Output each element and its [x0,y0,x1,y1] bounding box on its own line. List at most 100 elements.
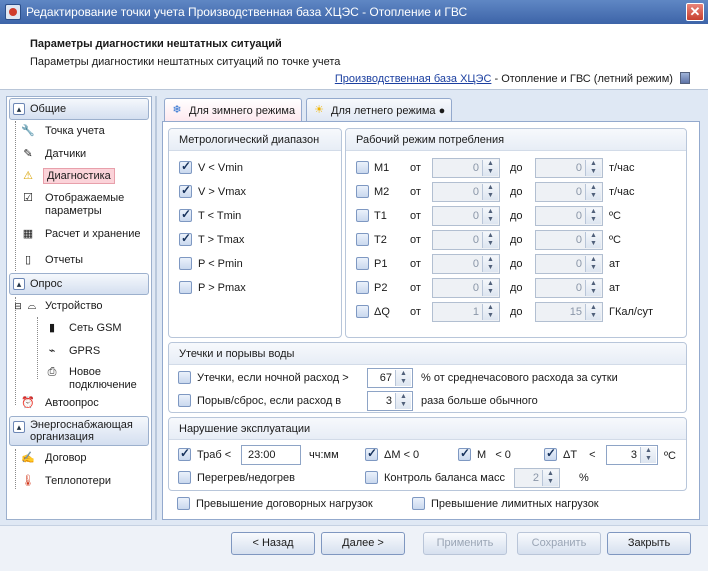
dt-stepper[interactable]: 3 ▲ ▼ [606,445,658,465]
limit-load-checkbox[interactable] [412,497,425,510]
from-stepper[interactable]: 0 ▲ ▼ [432,278,500,298]
tab-panel: Метрологический диапазон V < Vmin V > Vma… [162,121,700,520]
work-checkbox[interactable] [356,281,369,294]
from-stepper[interactable]: 0 ▲ ▼ [432,182,500,202]
work-checkbox[interactable] [356,185,369,198]
from-label: от [410,306,421,318]
limit-load-label: Превышение лимитных нагрузок [431,498,599,510]
to-label: до [510,258,523,270]
object-link[interactable]: Производственная база ХЦЭС [335,73,492,85]
leak-percent-stepper[interactable]: 67 ▲ ▼ [367,368,413,388]
to-stepper[interactable]: 0 ▲ ▼ [535,206,603,226]
spin-arrows-icon: ▲ ▼ [482,184,498,200]
breadcrumb: Производственная база ХЦЭС - Отопление и… [335,72,690,85]
group-title: Нарушение эксплуатации [179,423,311,435]
work-checkbox[interactable] [356,257,369,270]
m-checkbox[interactable] [458,446,471,461]
metro-label: V > Vmax [198,186,246,198]
from-label: от [410,282,421,294]
spin-arrows-icon: ▲ ▼ [585,208,601,224]
sidebar-item-label: Устройство [45,300,103,312]
work-checkbox[interactable] [356,161,369,174]
to-stepper[interactable]: 0 ▲ ▼ [535,158,603,178]
stepper-value: 1 [472,306,479,318]
burst-checkbox[interactable] [178,394,191,407]
back-button[interactable]: < Назад [231,532,315,555]
from-stepper[interactable]: 0 ▲ ▼ [432,158,500,178]
save-button[interactable]: Сохранить [517,532,601,555]
page-header: Параметры диагностики нештатных ситуаций… [0,24,708,90]
work-mode-group: Рабочий режим потребления M1 от 0 ▲ ▼ до 0 ▲ ▼ т/… [345,128,687,338]
unit-label: т/час [609,186,635,198]
burst-ratio-stepper[interactable]: 3 ▲ ▼ [367,391,413,411]
work-checkbox[interactable] [356,209,369,222]
document-icon: ▯ [24,254,32,266]
from-stepper[interactable]: 0 ▲ ▼ [432,254,500,274]
connection-icon: ⎙ [47,366,57,378]
from-stepper[interactable]: 1 ▲ ▼ [432,302,500,322]
pen-icon: ✎ [23,148,33,160]
metro-checkbox[interactable] [179,207,192,222]
phone-icon: ▮ [48,322,56,334]
to-stepper[interactable]: 0 ▲ ▼ [535,278,603,298]
overheat-label: Перегрев/недогрев [197,472,295,484]
trab-time-field[interactable]: 23:00 [241,445,301,465]
dm-checkbox[interactable] [365,446,378,461]
sidebar-section-org[interactable]: ▴ Энергоснабжающая организация [9,416,149,446]
leak-checkbox[interactable] [178,371,191,384]
spin-arrows-icon: ▲ ▼ [395,393,411,409]
to-stepper[interactable]: 0 ▲ ▼ [535,254,603,274]
overheat-checkbox[interactable] [178,471,191,484]
to-stepper[interactable]: 0 ▲ ▼ [535,182,603,202]
tab-winter[interactable]: ❄ Для зимнего режима [164,98,302,122]
work-param-label: P1 [374,258,388,270]
to-stepper[interactable]: 15 ▲ ▼ [535,302,603,322]
unit-label: ат [609,258,620,270]
from-stepper[interactable]: 0 ▲ ▼ [432,230,500,250]
sidebar-item-label: Диагностика [43,168,115,184]
metro-checkbox[interactable] [179,159,192,174]
metro-checkbox[interactable] [179,231,192,246]
work-param-label: M1 [374,162,390,174]
metro-checkbox[interactable] [179,281,192,294]
to-label: до [510,186,523,198]
sidebar-item-label: Точка учета [45,125,105,137]
spin-arrows-icon: ▲ ▼ [482,160,498,176]
collapse-icon: ▴ [13,421,25,433]
tab-summer[interactable]: ☀ Для летнего режима ● [306,98,452,122]
contract-load-checkbox[interactable] [177,497,190,510]
close-button[interactable]: Закрыть [607,532,691,555]
stepper-value: 0 [472,234,479,246]
sidebar-section-poll[interactable]: ▴ Опрос [9,273,149,295]
work-checkbox[interactable] [356,305,369,318]
tab-label: Для зимнего режима [189,105,296,117]
from-stepper[interactable]: 0 ▲ ▼ [432,206,500,226]
metro-checkbox[interactable] [179,183,192,198]
section-label: Общие [30,103,67,115]
thermometer-icon: 🌡 [21,475,35,487]
close-window-button[interactable]: ✕ [686,3,704,21]
section-label: Опрос [30,278,63,290]
balance-stepper[interactable]: 2 ▲ ▼ [514,468,560,488]
spin-arrows-icon: ▲ ▼ [482,256,498,272]
work-param-label: P2 [374,282,388,294]
from-label: от [410,234,421,246]
stepper-value: 0 [472,210,479,222]
spin-arrows-icon: ▲ ▼ [585,304,601,320]
trab-checkbox[interactable] [178,446,191,461]
to-stepper[interactable]: 0 ▲ ▼ [535,230,603,250]
stepper-value: 3 [385,395,392,407]
unit-label: т/час [609,162,635,174]
burst-suffix: раза больше обычного [421,395,538,407]
dt-checkbox[interactable] [544,446,557,461]
spin-arrows-icon: ▲ ▼ [585,280,601,296]
apply-button[interactable]: Применить [423,532,507,555]
spin-arrows-icon: ▲ ▼ [482,232,498,248]
metro-checkbox[interactable] [179,257,192,270]
work-checkbox[interactable] [356,233,369,246]
next-button[interactable]: Далее > [321,532,405,555]
sidebar-section-general[interactable]: ▴ Общие [9,98,149,120]
balance-checkbox[interactable] [365,471,378,484]
splitter[interactable] [155,96,157,520]
work-param-label: T2 [374,234,387,246]
